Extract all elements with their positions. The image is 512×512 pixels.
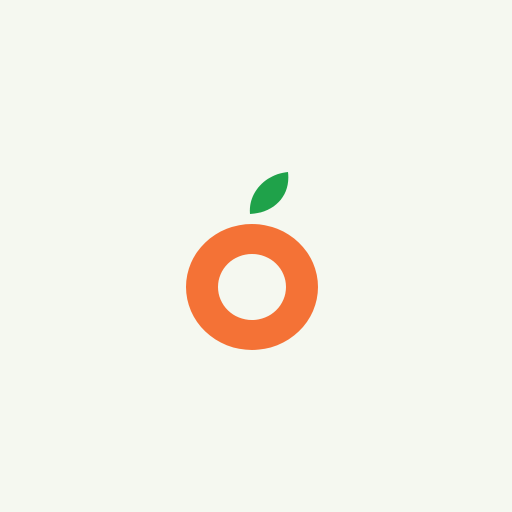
orange-logo-icon bbox=[186, 172, 318, 350]
leaf-icon bbox=[249, 172, 289, 214]
splash-canvas bbox=[0, 0, 512, 512]
orange-ring bbox=[186, 224, 318, 350]
